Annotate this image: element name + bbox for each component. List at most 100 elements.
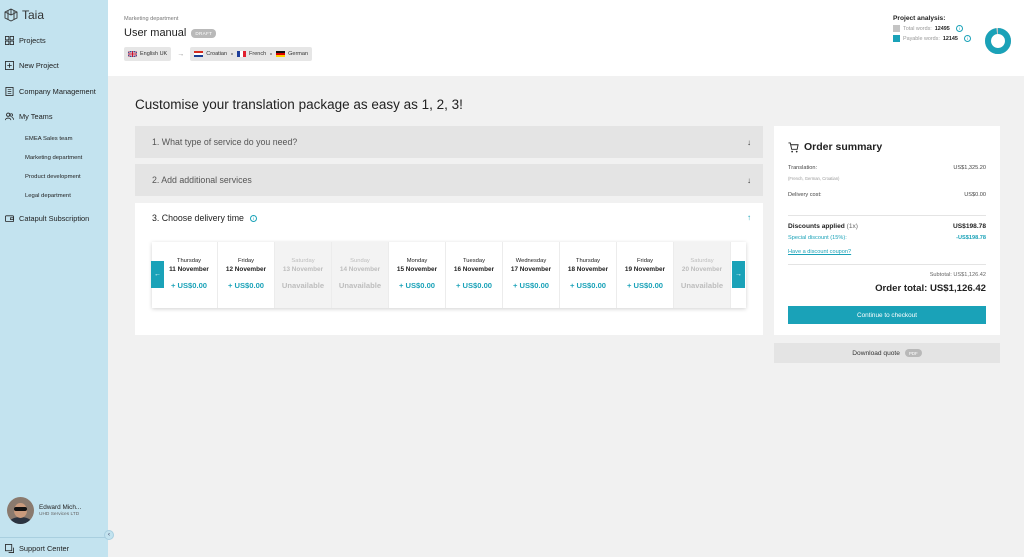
date-unavailable: Unavailable: [281, 281, 325, 290]
team-item-emea-sales[interactable]: EMEA Sales team: [25, 136, 72, 142]
info-icon[interactable]: i: [963, 35, 971, 42]
delivery-date-option[interactable]: Wednesday 17 November + US$0.00: [503, 242, 560, 308]
delivery-date-option: Sunday 14 November Unavailable: [332, 242, 389, 308]
date-label: 13 November: [282, 266, 324, 273]
date-weekday: Thursday: [575, 258, 601, 264]
date-label: 20 November: [681, 266, 723, 273]
coupon-row: Have a discount coupon?: [788, 249, 986, 255]
sidebar-item-new-project[interactable]: New Project: [5, 61, 59, 70]
sidebar-divider: [0, 537, 108, 538]
grid-icon: [5, 36, 14, 45]
team-item-marketing[interactable]: Marketing department: [25, 155, 82, 161]
date-unavailable: Unavailable: [680, 281, 724, 290]
date-label: 14 November: [339, 266, 381, 273]
total-words-value: 12495: [934, 25, 950, 32]
analysis-title: Project analysis:: [893, 15, 946, 22]
separator-dot: [270, 53, 273, 55]
chevron-left-icon: ‹: [108, 532, 110, 538]
date-weekday: Friday: [237, 258, 255, 264]
sidebar-item-my-teams[interactable]: My Teams: [5, 112, 53, 121]
user-profile[interactable]: Edward Mich... UHD Services LTD: [7, 497, 81, 524]
divider: [788, 215, 986, 216]
delivery-date-option[interactable]: Friday 19 November + US$0.00: [617, 242, 674, 308]
step-service-type[interactable]: 1. What type of service do you need? ↓: [135, 126, 763, 158]
date-price: + US$0.00: [170, 281, 208, 290]
download-quote-button[interactable]: Download quote PDF: [774, 343, 1000, 363]
special-discount-value: -US$198.78: [956, 235, 986, 241]
info-icon[interactable]: i: [249, 214, 257, 222]
sidebar: Taia Projects New Project Company Manage…: [0, 0, 108, 557]
date-price: + US$0.00: [455, 281, 493, 290]
delivery-date-option: Saturday 13 November Unavailable: [275, 242, 332, 308]
cart-icon: [788, 141, 799, 152]
legend-swatch-total: [893, 25, 900, 32]
continue-to-checkout-button[interactable]: Continue to checkout: [788, 306, 986, 324]
delivery-date-option[interactable]: Thursday 11 November + US$0.00: [161, 242, 218, 308]
sidebar-item-label: Catapult Subscription: [19, 214, 90, 223]
date-weekday: Wednesday: [515, 258, 547, 264]
arrow-up-icon[interactable]: ↑: [747, 213, 751, 222]
date-label: 17 November: [510, 266, 552, 273]
donut-payable-arc: [985, 28, 1011, 54]
date-weekday: Thursday: [176, 258, 202, 264]
target-language-label: German: [288, 51, 309, 57]
support-center-link[interactable]: Support Center: [5, 544, 69, 553]
team-item-legal[interactable]: Legal department: [25, 193, 71, 199]
language-pair: English UK → Croatian French German: [124, 47, 313, 61]
support-icon: [5, 544, 14, 553]
translation-row: Translation: US$1,325.20: [788, 165, 986, 171]
date-price: + US$0.00: [398, 281, 436, 290]
step-header[interactable]: 3. Choose delivery time i: [152, 213, 257, 223]
discounts-label-text: Discounts applied: [788, 223, 845, 230]
sidebar-item-catapult-subscription[interactable]: Catapult Subscription: [5, 214, 89, 223]
sidebar-collapse-button[interactable]: ‹: [104, 530, 114, 540]
divider: [788, 264, 986, 265]
payable-words-value: 12145: [942, 35, 958, 42]
translation-label: Translation:: [788, 165, 818, 171]
delivery-date-option[interactable]: Friday 12 November + US$0.00: [218, 242, 275, 308]
info-icon[interactable]: i: [955, 25, 963, 32]
target-languages: Croatian French German: [190, 47, 313, 61]
page-heading: Customise your translation package as ea…: [135, 97, 463, 112]
delivery-date-option[interactable]: Thursday 18 November + US$0.00: [560, 242, 617, 308]
translation-value: US$1,325.20: [953, 165, 986, 171]
separator-dot: [231, 53, 234, 55]
arrow-right-icon: →: [735, 271, 742, 278]
discount-coupon-link[interactable]: Have a discount coupon?: [788, 249, 851, 255]
discounts-row: Discounts applied (1x) US$198.78: [788, 223, 986, 230]
status-badge: DRAFT: [191, 28, 217, 38]
translation-languages-note: (French, German, Croatian): [788, 176, 840, 181]
step-label: 3. Choose delivery time: [152, 213, 244, 223]
arrow-down-icon: ↓: [747, 137, 751, 147]
next-dates-button[interactable]: →: [732, 261, 745, 288]
target-language: French: [237, 51, 266, 57]
croatia-flag-icon: [194, 51, 204, 57]
delivery-cost-row: Delivery cost: US$0.00: [788, 192, 986, 198]
pdf-badge: PDF: [904, 349, 922, 357]
team-item-product-development[interactable]: Product development: [25, 174, 81, 180]
summary-title: Order summary: [788, 141, 882, 153]
sidebar-item-company-management[interactable]: Company Management: [5, 87, 96, 96]
date-label: 16 November: [453, 266, 495, 273]
breadcrumb-department: Marketing department: [124, 16, 179, 22]
sidebar-item-label: Projects: [19, 36, 46, 45]
date-unavailable: Unavailable: [338, 281, 382, 290]
date-weekday: Sunday: [350, 258, 370, 264]
app-logo[interactable]: Taia: [4, 8, 44, 22]
source-language: English UK: [124, 47, 172, 61]
delivery-date-option[interactable]: Tuesday 16 November + US$0.00: [446, 242, 503, 308]
date-price: + US$0.00: [227, 281, 265, 290]
project-title: User manual: [124, 27, 187, 39]
delivery-date-option[interactable]: Monday 15 November + US$0.00: [389, 242, 446, 308]
date-price: + US$0.00: [512, 281, 550, 290]
target-language: German: [276, 51, 308, 57]
step-additional-services[interactable]: 2. Add additional services ↓: [135, 164, 763, 196]
users-icon: [5, 112, 14, 121]
subtotal: Subtotal: US$1,126.42: [929, 272, 986, 278]
target-language: Croatian: [194, 51, 227, 57]
delivery-cost-value: US$0.00: [964, 192, 986, 198]
germany-flag-icon: [276, 51, 286, 57]
source-language-label: English UK: [140, 51, 168, 57]
date-label: 18 November: [567, 266, 609, 273]
sidebar-item-projects[interactable]: Projects: [5, 36, 46, 45]
